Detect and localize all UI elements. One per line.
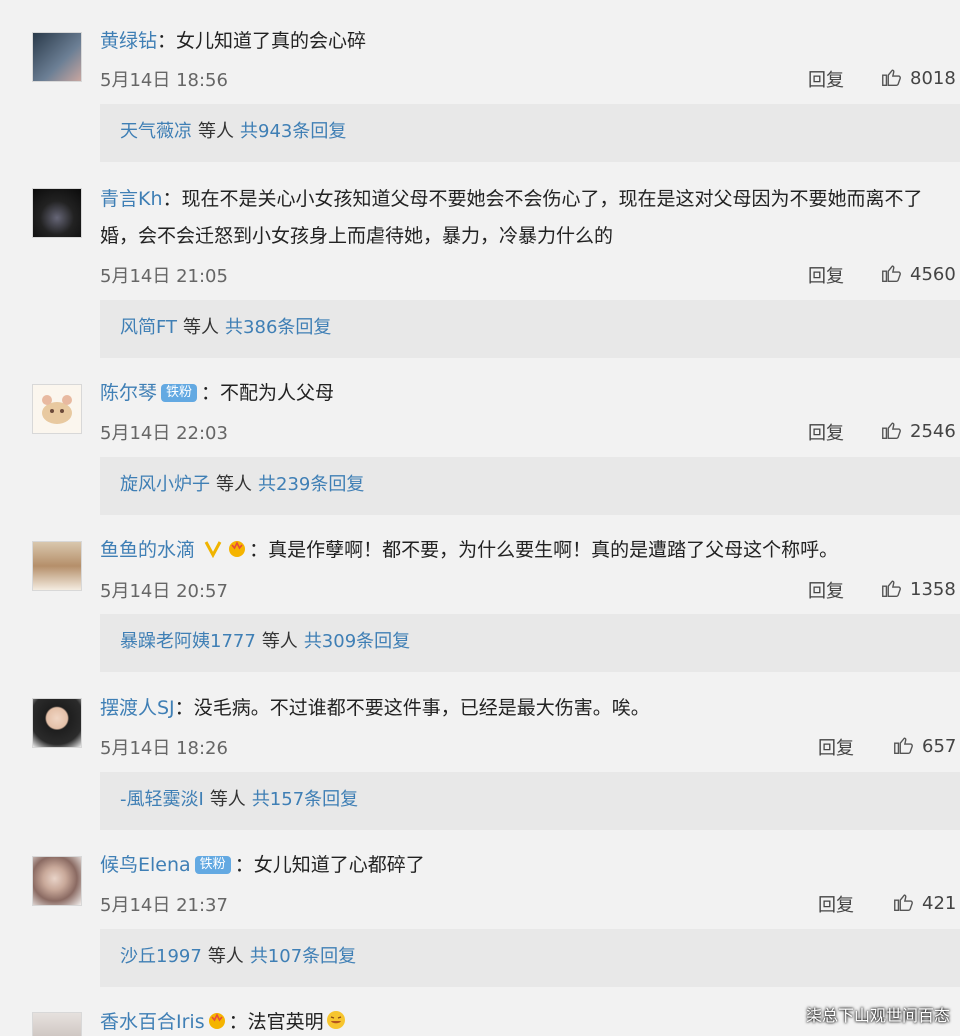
reply-button[interactable]: 回复 [818, 891, 854, 917]
reply-count-link[interactable]: 共386条回复 [225, 317, 331, 338]
reply-user[interactable]: 天气薇凉 [120, 121, 192, 142]
comment-time: 5月14日 22:03 [100, 423, 228, 444]
reply-summary[interactable]: -風轻霙淡I 等人 共157条回复 [100, 772, 960, 830]
thumbs-up-icon [894, 894, 913, 911]
reply-summary[interactable]: 沙丘1997 等人 共107条回复 [100, 929, 960, 987]
reply-button[interactable]: 回复 [808, 419, 844, 445]
reply-summary[interactable]: 暴躁老阿姨1777 等人 共309条回复 [100, 614, 960, 672]
reply-button[interactable]: 回复 [808, 262, 844, 288]
thumbs-up-icon [882, 265, 901, 282]
verified-v-icon [204, 541, 222, 558]
thumbs-up-icon [882, 69, 901, 86]
avatar[interactable] [32, 698, 82, 748]
comment-time: 5月14日 20:57 [100, 581, 228, 602]
like-button[interactable]: 4560 [880, 262, 956, 285]
comment-text: 女儿知道了真的会心碎 [176, 30, 367, 52]
like-count: 1358 [910, 579, 956, 600]
comment-text-continued: 婚，会不会迁怒到小女孩身上而虐待她，暴力，冷暴力什么的 [100, 225, 614, 247]
reply-summary[interactable]: 旋风小炉子 等人 共239条回复 [100, 457, 960, 515]
username[interactable]: 青言Kh [100, 188, 163, 210]
like-button[interactable]: 421 [892, 891, 956, 914]
avatar[interactable] [32, 856, 82, 906]
username[interactable]: 香水百合Iris [100, 1011, 205, 1033]
username[interactable]: 黄绿钻 [100, 30, 157, 52]
comment-time: 5月14日 18:56 [100, 70, 228, 91]
username[interactable]: 鱼鱼的水滴 [100, 539, 195, 561]
thumbs-up-icon [894, 737, 913, 754]
reply-user[interactable]: 暴躁老阿姨1777 [120, 631, 256, 652]
thumbs-up-icon [882, 580, 901, 597]
reply-summary[interactable]: 风简FT 等人 共386条回复 [100, 300, 960, 358]
avatar[interactable] [32, 32, 82, 82]
reply-user[interactable]: 风简FT [120, 317, 177, 338]
fan-badge: 铁粉 [194, 856, 231, 874]
comment-text: 没毛病。不过谁都不要这件事，已经是最大伤害。唉。 [193, 697, 650, 719]
like-button[interactable]: 657 [892, 734, 956, 757]
reply-summary[interactable]: 天气薇凉 等人 共943条回复 [100, 104, 960, 162]
comment-text: 不配为人父母 [220, 382, 335, 404]
avatar[interactable] [32, 1012, 82, 1036]
reply-user[interactable]: 沙丘1997 [120, 946, 202, 967]
like-button[interactable]: 2546 [880, 419, 956, 442]
like-button[interactable]: 8018 [880, 66, 956, 89]
like-count: 2546 [910, 421, 956, 442]
cartoon-avatar-icon [42, 395, 72, 424]
comment-time: 5月14日 21:37 [100, 895, 228, 916]
reply-count-link[interactable]: 共943条回复 [240, 121, 346, 142]
comment-text: 女儿知道了心都碎了 [253, 854, 425, 876]
avatar[interactable] [32, 384, 82, 434]
laughing-emoji-icon [326, 1011, 345, 1029]
reply-count-link[interactable]: 共107条回复 [250, 946, 356, 967]
reply-button[interactable]: 回复 [808, 66, 844, 92]
username[interactable]: 摆渡人SJ [100, 697, 175, 719]
like-count: 4560 [910, 264, 956, 285]
like-count: 657 [922, 736, 957, 757]
thumbs-up-icon [882, 422, 901, 439]
like-button[interactable]: 1358 [880, 577, 956, 600]
reply-count-link[interactable]: 共157条回复 [252, 789, 358, 810]
like-count: 421 [922, 893, 957, 914]
reply-count-link[interactable]: 共309条回复 [304, 631, 410, 652]
avatar[interactable] [32, 541, 82, 591]
like-count: 8018 [910, 68, 956, 89]
reply-button[interactable]: 回复 [808, 577, 844, 603]
vip-crown-icon [229, 541, 246, 557]
reply-user[interactable]: -風轻霙淡I [120, 789, 204, 810]
comment-text: 法官英明 [247, 1011, 324, 1033]
username[interactable]: 候鸟Elena [100, 854, 191, 876]
comment-text: 真是作孽啊！都不要，为什么要生啊！真的是遭踏了父母这个称呼。 [268, 539, 839, 561]
vip-crown-icon [208, 1013, 225, 1029]
watermark: 柒总下山观世间百态 [805, 1006, 950, 1025]
reply-user[interactable]: 旋风小炉子 [120, 474, 210, 495]
reply-count-link[interactable]: 共239条回复 [258, 474, 364, 495]
comment-time: 5月14日 18:26 [100, 738, 228, 759]
comment-time: 5月14日 21:05 [100, 266, 228, 287]
username[interactable]: 陈尔琴 [100, 382, 157, 404]
fan-badge: 铁粉 [161, 384, 198, 402]
reply-button[interactable]: 回复 [818, 734, 854, 760]
comment-text: 现在不是关心小女孩知道父母不要她会不会伤心了，现在是这对父母因为不要她而离不了 [181, 188, 923, 210]
avatar[interactable] [32, 188, 82, 238]
